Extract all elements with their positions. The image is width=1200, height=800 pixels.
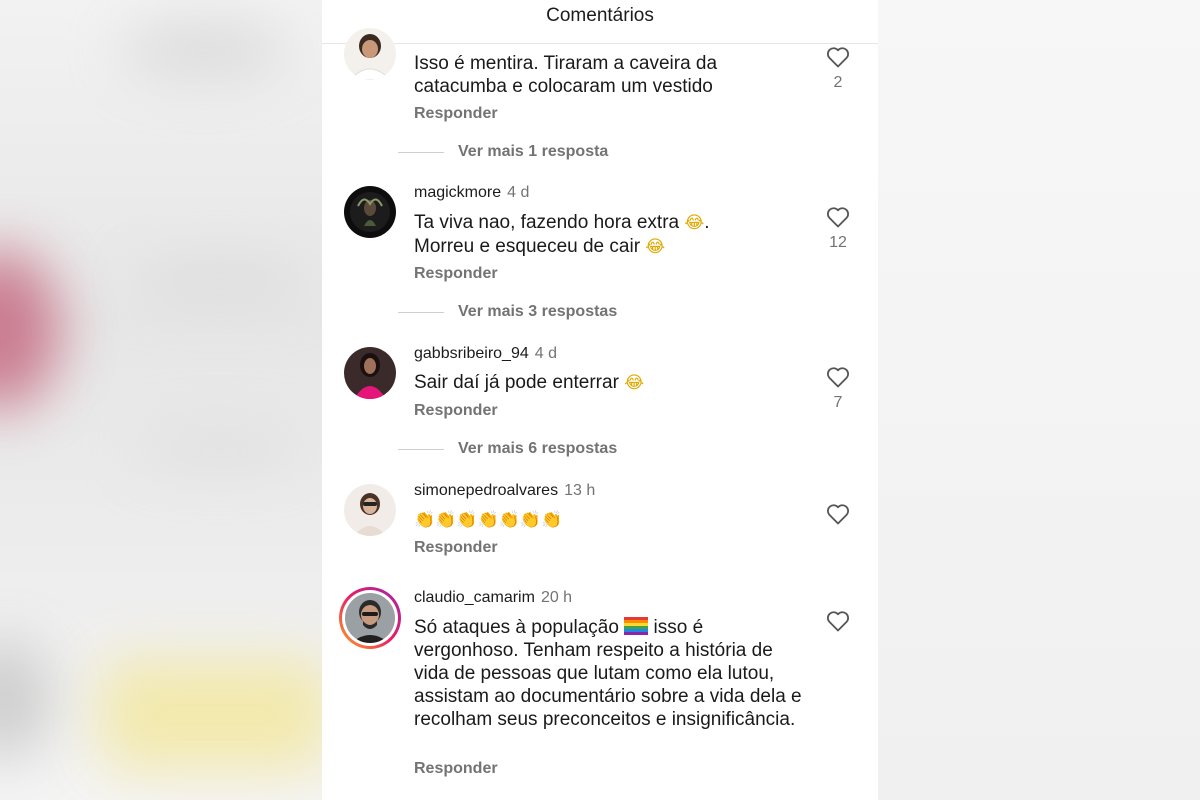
- view-more-replies[interactable]: Ver mais 3 respostas: [398, 303, 617, 321]
- heart-icon: [826, 504, 850, 525]
- like-button[interactable]: 12: [826, 206, 850, 252]
- avatar[interactable]: [344, 347, 396, 399]
- comment-username-line: gabbsribeiro_94 4 d: [414, 345, 557, 363]
- heart-icon: [826, 367, 850, 388]
- like-count: 12: [829, 234, 847, 251]
- timestamp: 13 h: [564, 482, 596, 499]
- avatar[interactable]: [344, 484, 396, 536]
- reply-button[interactable]: Responder: [414, 760, 498, 778]
- view-more-replies[interactable]: Ver mais 6 respostas: [398, 440, 617, 458]
- comment-text: Sair daí já pode enterrar 😂: [414, 371, 814, 395]
- heart-icon: [826, 207, 850, 228]
- laughing-emoji: 😂: [684, 213, 705, 233]
- page-title: Comentários: [546, 4, 654, 26]
- view-more-replies[interactable]: Ver mais 1 resposta: [398, 143, 608, 161]
- comments-header: Comentários: [322, 0, 878, 44]
- avatar[interactable]: [344, 28, 396, 80]
- reply-button[interactable]: Responder: [414, 539, 498, 557]
- comment-text-line: Sair daí já pode enterrar: [414, 372, 619, 393]
- clapping-hands-emoji: 👏👏👏👏👏👏👏: [414, 510, 563, 530]
- comments-panel: Comentários Isso é mentira. Tiraram a ca…: [322, 0, 878, 800]
- view-more-replies-label: Ver mais 3 respostas: [458, 303, 618, 320]
- view-more-replies-label: Ver mais 1 resposta: [458, 143, 609, 160]
- like-button[interactable]: [826, 610, 850, 632]
- reply-button[interactable]: Responder: [414, 105, 498, 123]
- comment-username-line: magickmore 4 d: [414, 184, 529, 202]
- rainbow-flag-icon: [624, 617, 649, 635]
- heart-icon: [826, 611, 850, 632]
- blurred-background-right: [878, 0, 1200, 800]
- laughing-emoji: 😂: [645, 237, 666, 257]
- laughing-emoji: 😂: [624, 373, 645, 393]
- heart-icon: [826, 47, 850, 68]
- username[interactable]: simonepedroalvares: [414, 482, 558, 499]
- like-button[interactable]: [826, 503, 850, 525]
- username[interactable]: claudio_camarim: [414, 589, 535, 606]
- timestamp: 4 d: [534, 345, 557, 362]
- username[interactable]: magickmore: [414, 184, 501, 201]
- like-count: 7: [833, 394, 843, 411]
- like-count: 2: [833, 74, 843, 91]
- like-button[interactable]: 2: [826, 46, 850, 92]
- timestamp: 20 h: [540, 589, 573, 606]
- comment-text: Isso é mentira. Tiraram a caveira da cat…: [414, 53, 718, 97]
- view-more-replies-label: Ver mais 6 respostas: [458, 440, 618, 457]
- comment-text: Só ataques à população isso é vergonhoso…: [414, 616, 809, 731]
- reply-button[interactable]: Responder: [414, 265, 498, 283]
- comment-text-punctuation: .: [704, 212, 710, 233]
- comment-username-line: simonepedroalvares 13 h: [414, 482, 595, 500]
- like-button[interactable]: 7: [826, 366, 850, 412]
- reply-button[interactable]: Responder: [414, 402, 498, 420]
- comment-text-line: Ta viva nao, fazendo hora extra: [414, 212, 680, 233]
- comment-text-line: Só ataques à população: [414, 617, 619, 638]
- username[interactable]: gabbsribeiro_94: [414, 345, 529, 362]
- comment-username-line: claudio_camarim 20 h: [414, 589, 572, 607]
- story-ring-avatar[interactable]: [339, 587, 401, 649]
- avatar[interactable]: [344, 186, 396, 238]
- timestamp: 4 d: [507, 184, 530, 201]
- blurred-background-left: [0, 0, 330, 800]
- comment-text: Ta viva nao, fazendo hora extra 😂. Morre…: [414, 211, 814, 259]
- comment-text: 👏👏👏👏👏👏👏: [414, 508, 814, 532]
- comment-text-line: Morreu e esqueceu de cair: [414, 236, 641, 257]
